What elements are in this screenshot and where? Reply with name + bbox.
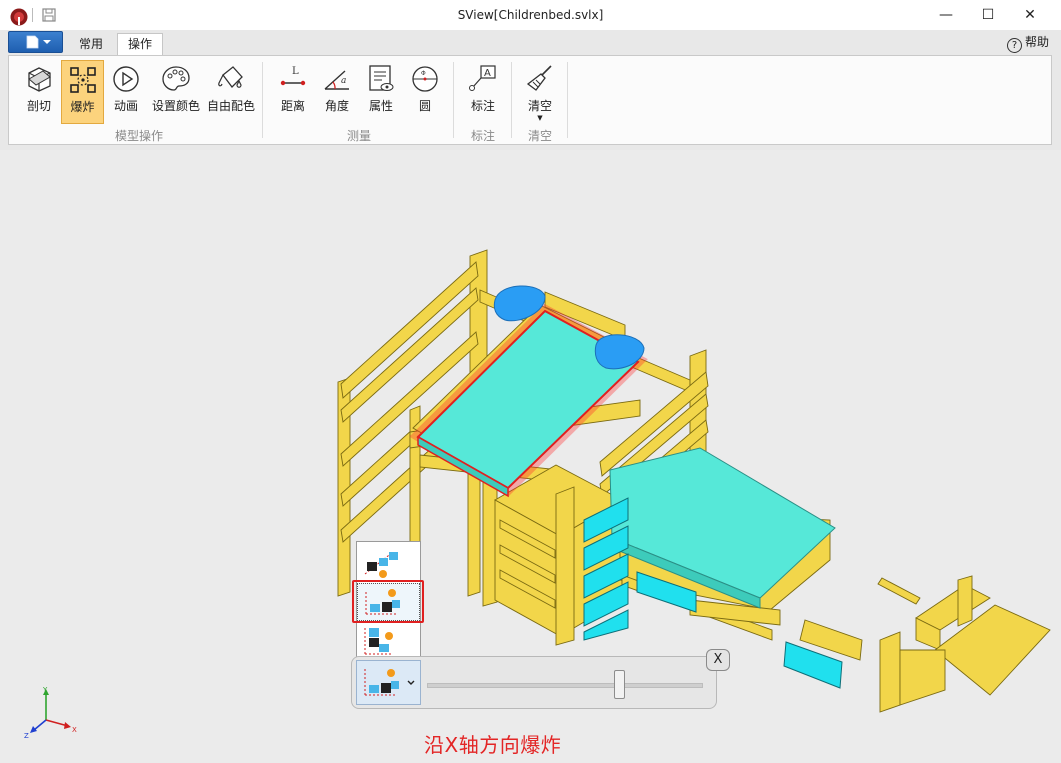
explode-caption: 沿X轴方向爆炸 — [424, 733, 562, 757]
explode-y-axis-icon — [364, 628, 393, 655]
explode-slider-track[interactable] — [427, 683, 703, 688]
explode-y-axis-option[interactable] — [357, 622, 420, 660]
bunk-bed-model[interactable] — [0, 0, 1061, 763]
explode-panel-close-button[interactable]: X — [706, 649, 730, 671]
axis-y-label: Y — [42, 686, 48, 694]
explode-free-direction-option[interactable] — [357, 544, 420, 582]
selected-option-highlight — [352, 580, 424, 623]
explode-free-icon — [364, 551, 398, 578]
explode-mode-dropdown[interactable] — [356, 660, 421, 705]
explode-x-axis-icon — [364, 669, 415, 696]
axis-x-label: X — [72, 726, 77, 734]
axis-triad-icon: Y X Z — [24, 686, 77, 740]
explode-slider-thumb[interactable] — [614, 670, 625, 699]
axis-z-label: Z — [24, 732, 29, 740]
